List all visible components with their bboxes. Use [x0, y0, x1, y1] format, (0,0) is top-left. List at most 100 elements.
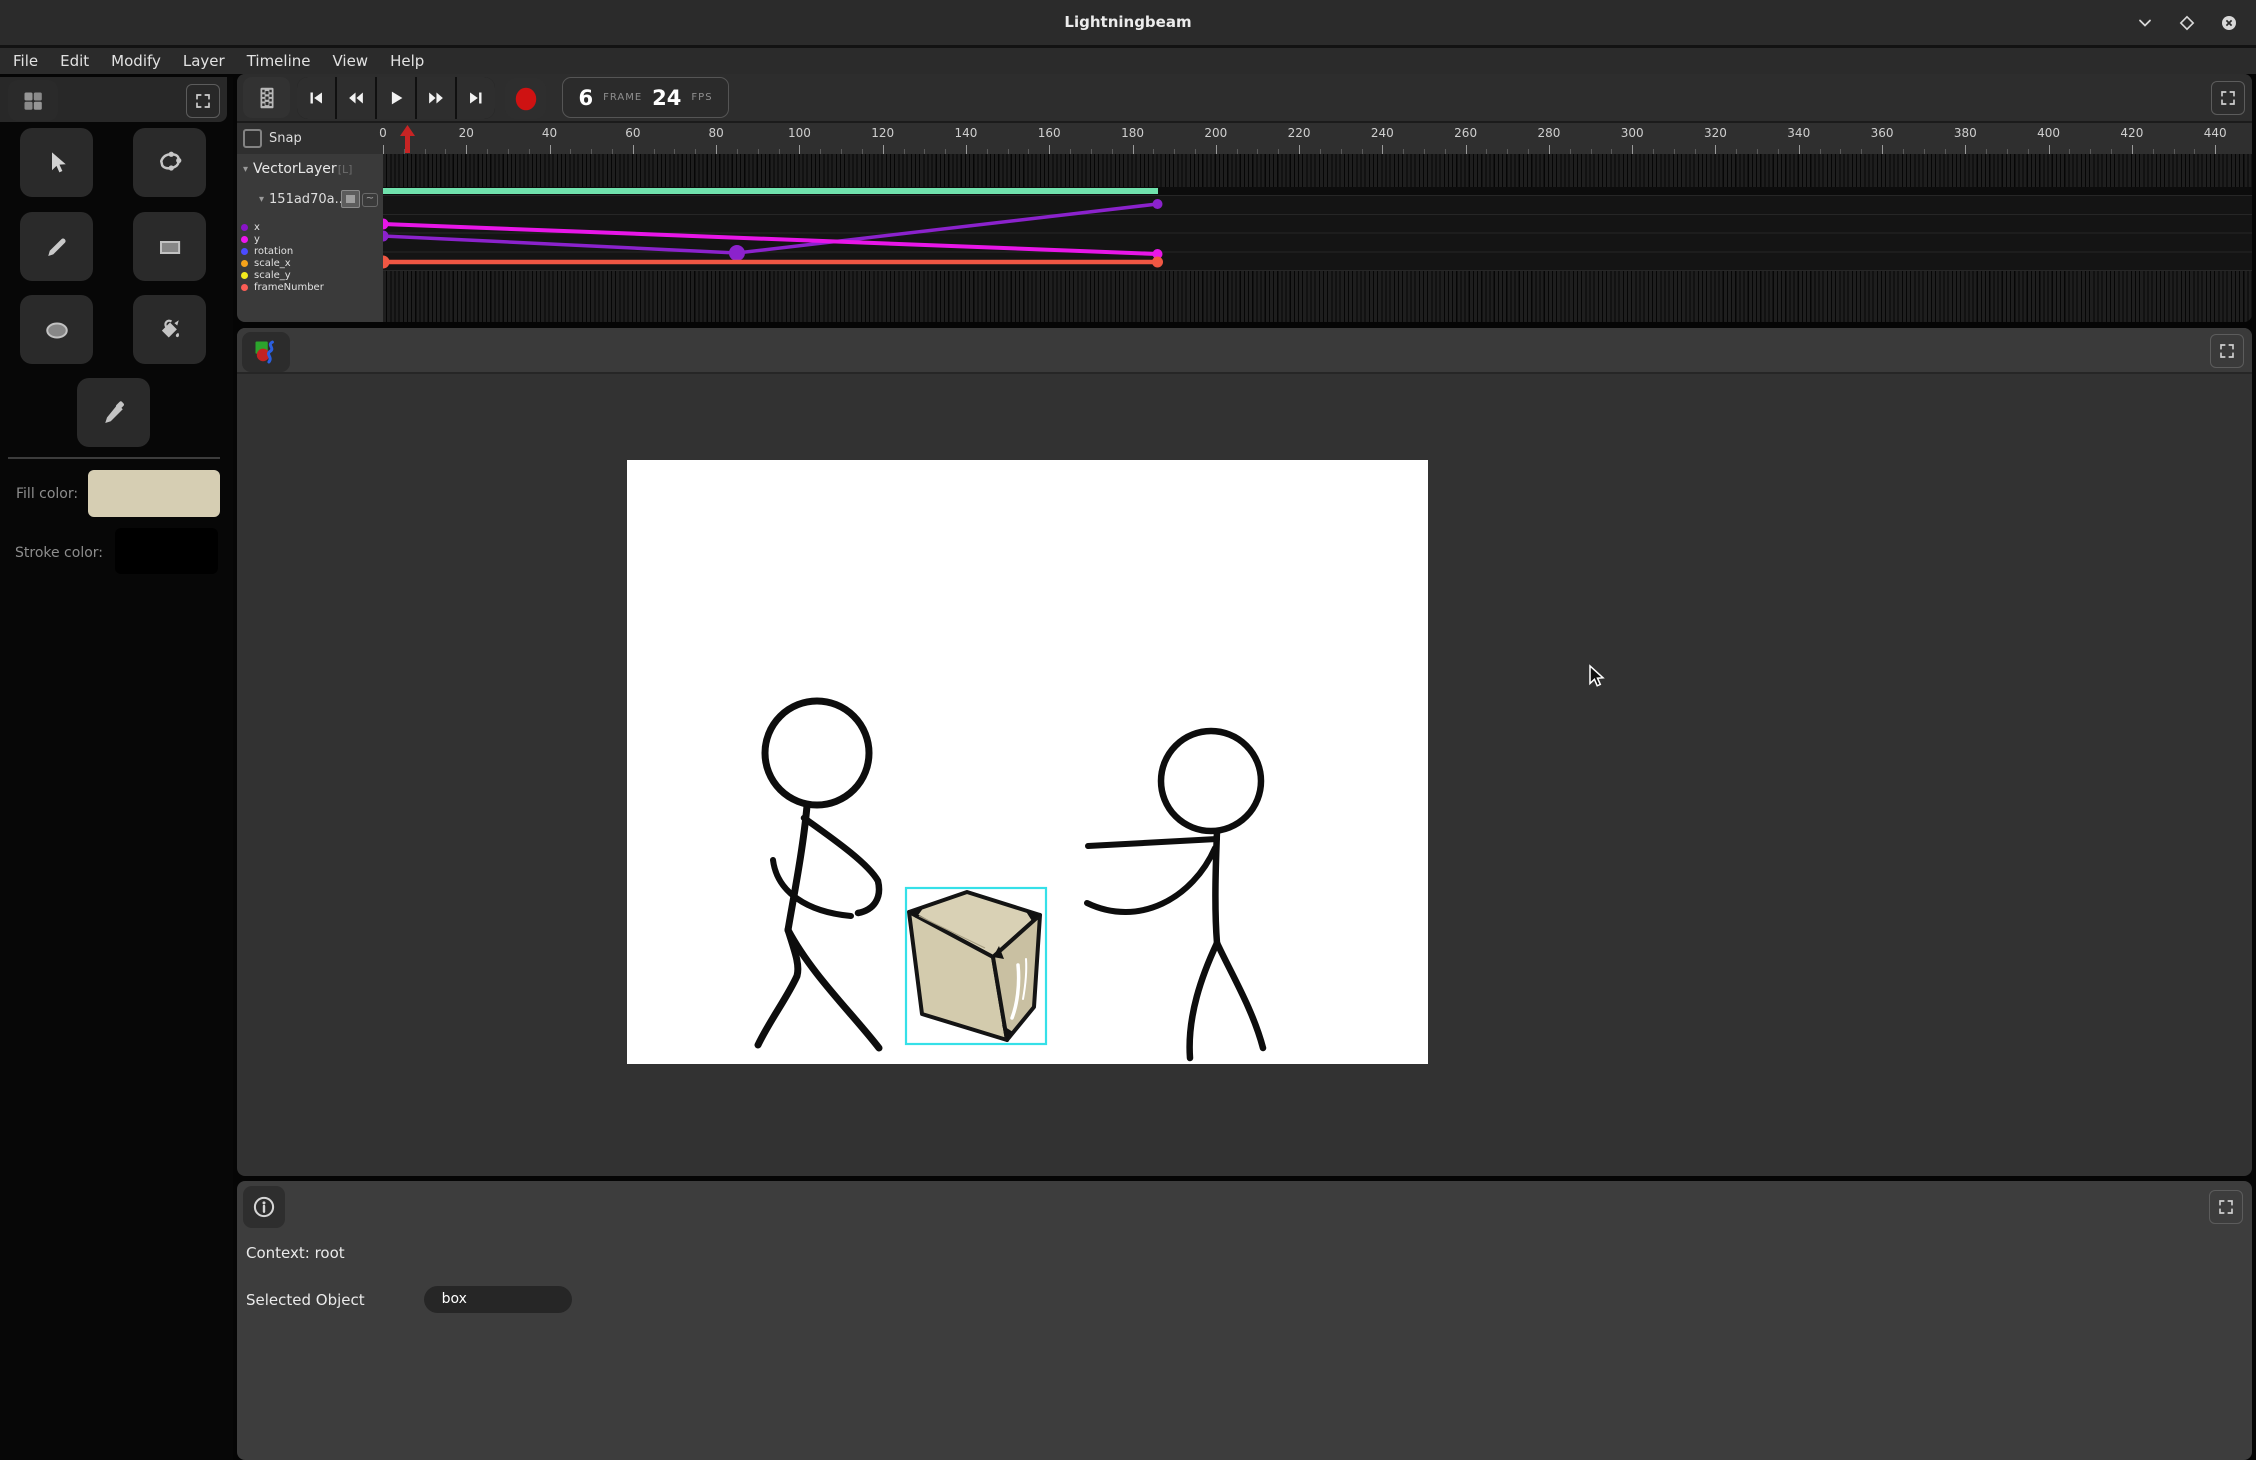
animation-curves[interactable] [383, 195, 2252, 271]
ruler-label: 300 [1621, 126, 1644, 140]
record-button[interactable] [505, 78, 546, 119]
box-object [909, 892, 1040, 1040]
fast-forward-icon [425, 87, 447, 109]
menu-item-file[interactable]: File [2, 48, 49, 74]
fps-label: FPS [691, 92, 712, 103]
stroke-color-swatch[interactable] [115, 528, 218, 574]
collapse-triangle-icon[interactable]: ▾ [243, 164, 248, 175]
ruler-tick [1382, 145, 1383, 154]
layer-row[interactable]: ▾ VectorLayer [L] [237, 156, 383, 182]
rewind-button[interactable] [337, 77, 375, 119]
context-label: Context: root [246, 1244, 345, 1262]
frame-stripes-top [383, 154, 2252, 187]
paint-bucket-tool-button[interactable] [133, 295, 206, 364]
property-row-scale_y[interactable]: scale_y [237, 269, 383, 281]
ellipse-tool-button[interactable] [20, 295, 93, 364]
keyframe-dot-x [729, 245, 745, 261]
property-row-y[interactable]: y [237, 233, 383, 245]
rectangle-tool-button[interactable] [133, 212, 206, 281]
fill-color-swatch[interactable] [88, 470, 220, 517]
layer-name: VectorLayer [253, 161, 337, 177]
chevron-down-icon [2137, 15, 2153, 31]
sublayer-swatch-button[interactable] [341, 190, 360, 208]
collapse-triangle-icon[interactable]: ▾ [259, 194, 264, 205]
skip-end-button[interactable] [457, 77, 495, 119]
info-icon [251, 1194, 277, 1220]
snap-checkbox[interactable] [243, 129, 262, 148]
sidebar-expand-button[interactable] [186, 84, 220, 118]
eyedropper-tool-button[interactable] [77, 378, 150, 447]
keyframe-dot-frameNumber [383, 256, 390, 269]
minimize-button[interactable] [2136, 14, 2154, 32]
selected-object-value[interactable]: box [424, 1286, 572, 1313]
grid-view-button[interactable] [8, 80, 58, 121]
menu-item-edit[interactable]: Edit [49, 48, 100, 74]
close-button[interactable] [2220, 14, 2238, 32]
ruler-tick [966, 145, 967, 154]
ruler-label: 80 [708, 126, 723, 140]
property-row-frameNumber[interactable]: frameNumber [237, 281, 383, 293]
expand-icon [2217, 1198, 2235, 1216]
property-row-rotation[interactable]: rotation [237, 245, 383, 257]
property-row-x[interactable]: x [237, 221, 383, 233]
maximize-button[interactable] [2178, 14, 2196, 32]
ruler-label: 400 [2037, 126, 2060, 140]
canvas-header [237, 328, 2252, 374]
eyedropper-icon [99, 398, 129, 428]
canvas-expand-button[interactable] [2210, 334, 2244, 368]
menu-item-timeline[interactable]: Timeline [236, 48, 322, 74]
stick-figure-right [1087, 731, 1263, 1058]
fps-number[interactable]: 24 [652, 86, 681, 110]
sublayer-curve-toggle[interactable]: ~ [362, 193, 378, 207]
playhead[interactable] [400, 125, 415, 157]
ruler-tick [1466, 145, 1467, 154]
canvas-tab-button[interactable] [242, 332, 290, 372]
layer-span-bar[interactable] [383, 188, 1158, 194]
ruler-tick [1882, 145, 1883, 154]
timeline-tab-button[interactable] [243, 77, 290, 118]
ruler-label: 120 [871, 126, 894, 140]
keyframe-dot-x [1153, 199, 1163, 209]
selected-object-label: Selected Object [246, 1291, 365, 1309]
info-tab-button[interactable] [243, 1186, 285, 1228]
timeline-ruler[interactable]: 0204060801001201401601802002202402602803… [383, 123, 2252, 154]
timeline-expand-button[interactable] [2211, 81, 2245, 115]
skip-start-button[interactable] [297, 77, 335, 119]
menu-item-layer[interactable]: Layer [172, 48, 236, 74]
select-tool-button[interactable] [20, 128, 93, 197]
ruler-tick [883, 145, 884, 154]
expand-icon [2219, 89, 2237, 107]
ruler-label: 380 [1954, 126, 1977, 140]
timeline-tracks[interactable] [383, 154, 2252, 322]
play-button[interactable] [377, 77, 415, 119]
ruler-tick [1216, 145, 1217, 154]
ruler-label: 360 [1871, 126, 1894, 140]
cursor-icon [42, 148, 72, 178]
ruler-label: 140 [955, 126, 978, 140]
menu-item-view[interactable]: View [321, 48, 379, 74]
keyframe-dot-x [383, 231, 389, 242]
ruler-tick [716, 145, 717, 154]
swatch-inner [346, 195, 355, 203]
stage-canvas[interactable] [627, 460, 1428, 1064]
frame-label: FRAME [603, 92, 642, 103]
ruler-tick [799, 145, 800, 154]
transform-tool-button[interactable] [133, 128, 206, 197]
info-expand-button[interactable] [2209, 1190, 2243, 1224]
app-window: Lightningbeam FileEditModifyLayerTimelin… [0, 0, 2256, 1460]
shapes-icon [252, 338, 280, 366]
ruler-label: 0 [379, 126, 387, 140]
pencil-tool-button[interactable] [20, 212, 93, 281]
menu-item-modify[interactable]: Modify [100, 48, 172, 74]
timeline-body: Snap 02040608010012014016018020022024026… [237, 123, 2252, 322]
fast-forward-button[interactable] [417, 77, 455, 119]
frame-number[interactable]: 6 [578, 86, 593, 110]
menu-item-help[interactable]: Help [379, 48, 435, 74]
ruler-label: 220 [1288, 126, 1311, 140]
ruler-tick [633, 145, 634, 154]
ruler-label: 340 [1787, 126, 1810, 140]
canvas-panel [237, 328, 2252, 1176]
property-color-dot [241, 260, 248, 267]
ruler-label: 40 [542, 126, 557, 140]
property-row-scale_x[interactable]: scale_x [237, 257, 383, 269]
